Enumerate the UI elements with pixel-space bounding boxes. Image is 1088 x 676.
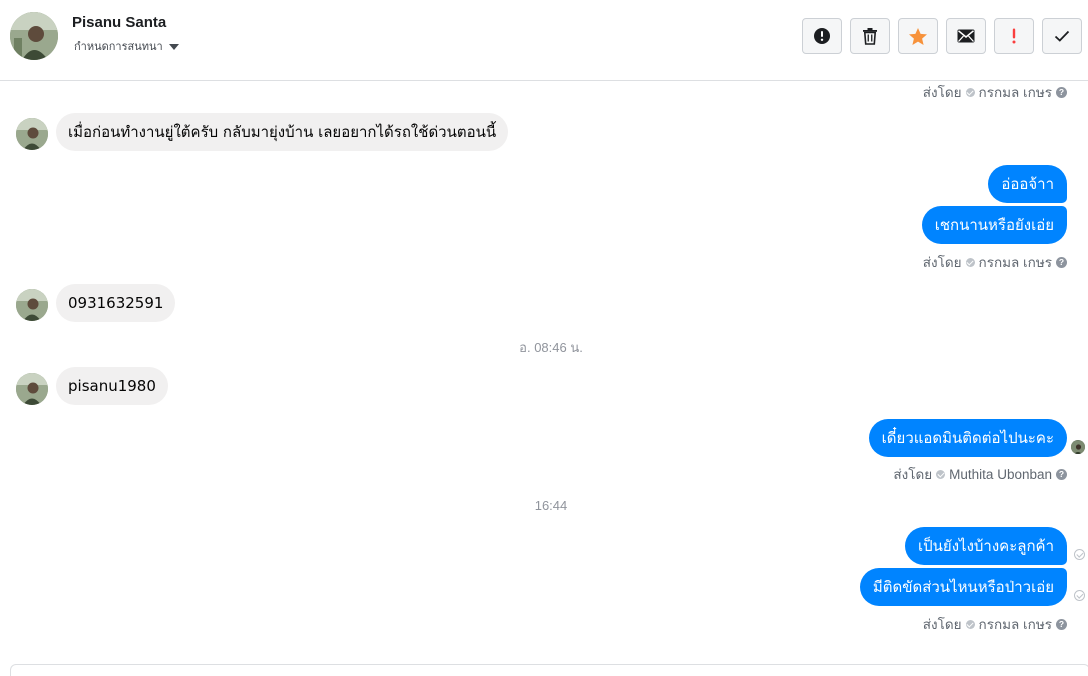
conversation-actions [802,18,1082,54]
sent-by-name: Muthita Ubonban [949,466,1052,482]
contact-avatar[interactable] [10,12,58,60]
outgoing-message[interactable]: เป็นยังไงบ้างคะลูกค้า [905,527,1067,565]
mark-done-button[interactable] [1042,18,1082,54]
help-icon[interactable]: ? [1056,468,1067,480]
assign-conversation-dropdown[interactable]: กำหนดการสนทนา [74,37,179,55]
spam-button[interactable] [802,18,842,54]
sent-by-meta: ส่งโดย กรกมล เกษร ? [923,81,1067,103]
sender-avatar[interactable] [16,373,48,405]
sent-by-prefix: ส่งโดย [922,255,962,270]
timestamp-divider: 16:44 [534,498,568,513]
sent-by-name: กรกมล เกษร [978,85,1052,100]
sent-check-icon [1074,549,1085,560]
help-icon[interactable]: ? [1056,86,1067,98]
mark-unread-button[interactable] [946,18,986,54]
check-circle-icon [965,87,975,97]
sender-avatar[interactable] [16,289,48,321]
star-button[interactable] [898,18,938,54]
sent-check-icon [1074,590,1085,601]
exclamation-icon [1012,28,1016,44]
sent-by-meta: ส่งโดย กรกมล เกษร ? [923,613,1067,635]
delete-button[interactable] [850,18,890,54]
conversation-header: Pisanu Santa กำหนดการสนทนา [0,0,1088,81]
sender-avatar[interactable] [16,118,48,150]
outgoing-message[interactable]: มีติดขัดส่วนไหนหรือป่าวเอ่ย [859,568,1067,606]
caret-down-icon [168,43,179,50]
timestamp-divider: อ. 08:46 น. [519,340,583,355]
check-circle-icon [965,619,975,629]
incoming-message[interactable]: เมื่อก่อนทำงานยู่ใต้ครับ กลับมายุ่งบ้าน … [56,113,509,151]
read-receipt-avatar [1071,440,1085,454]
follow-up-button[interactable] [994,18,1034,54]
sent-by-meta: ส่งโดย กรกมล เกษร ? [923,251,1067,273]
incoming-message[interactable]: 0931632591 [56,284,176,322]
message-thread[interactable]: ส่งโดย กรกมล เกษร ? เมื่อก่อนทำงานยู่ใต้… [0,81,1088,665]
help-icon[interactable]: ? [1056,256,1067,268]
help-icon[interactable]: ? [1056,618,1067,630]
trash-icon [863,28,877,45]
sent-by-prefix: ส่งโดย [893,467,933,482]
sent-by-prefix: ส่งโดย [922,617,962,632]
checkmark-icon [1054,30,1070,42]
incoming-message[interactable]: pisanu1980 [56,367,168,405]
check-circle-icon [936,469,946,479]
sent-by-prefix: ส่งโดย [922,85,962,100]
sent-by-meta: ส่งโดย Muthita Ubonban ? [893,463,1067,485]
outgoing-message[interactable]: เดี๋ยวแอดมินติดต่อไปนะคะ [868,419,1067,457]
envelope-icon [957,29,975,43]
message-composer[interactable] [10,664,1088,676]
outgoing-message[interactable]: อ่ออจ้าา [988,165,1067,203]
check-circle-icon [965,257,975,267]
sent-by-name: กรกมล เกษร [978,255,1052,270]
alert-circle-icon [814,28,830,44]
star-icon [909,27,927,45]
contact-name[interactable]: Pisanu Santa [72,14,166,31]
outgoing-message[interactable]: เชกนานหรือยังเอ่ย [921,206,1067,244]
assign-conversation-label: กำหนดการสนทนา [74,40,163,53]
sent-by-name: กรกมล เกษร [978,617,1052,632]
